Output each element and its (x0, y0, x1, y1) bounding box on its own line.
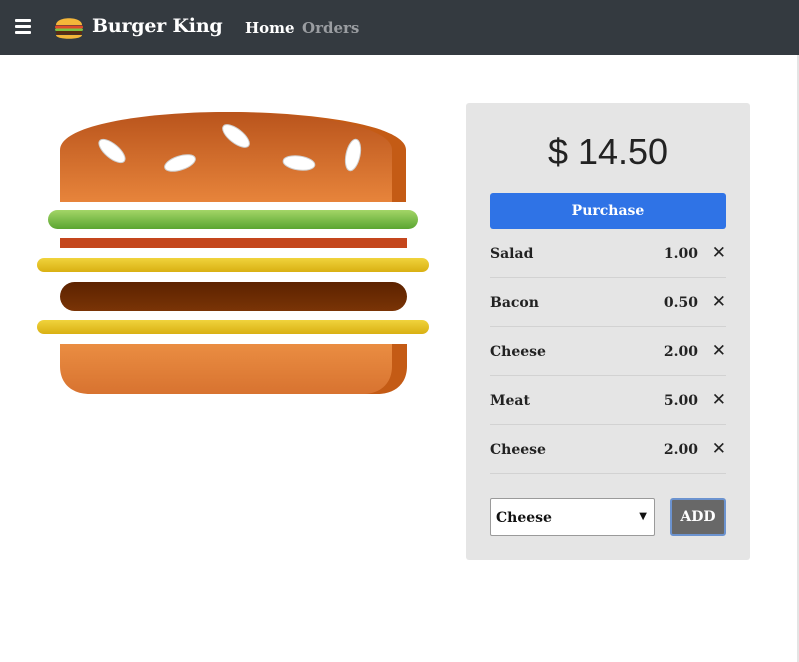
list-item: Bacon 0.50 ✕ (490, 278, 726, 327)
total-price: $ 14.50 (547, 131, 669, 172)
item-name: Cheese (490, 442, 546, 458)
close-icon[interactable]: ✕ (712, 341, 726, 361)
list-item: Cheese 2.00 ✕ (490, 327, 726, 376)
list-item: Meat 5.00 ✕ (490, 376, 726, 425)
item-price: 1.00 (663, 246, 698, 262)
cheese-layer-1 (37, 258, 429, 272)
close-icon[interactable]: ✕ (712, 292, 726, 312)
close-icon[interactable]: ✕ (712, 439, 726, 459)
order-panel: $ 14.50 Purchase Salad 1.00 ✕ Bacon 0.50… (466, 103, 750, 560)
close-icon[interactable]: ✕ (712, 390, 726, 410)
list-item: Salad 1.00 ✕ (490, 229, 726, 278)
item-price: 2.00 (663, 344, 698, 360)
order-items-list: Salad 1.00 ✕ Bacon 0.50 ✕ Cheese 2.00 ✕ … (490, 229, 726, 474)
chevron-down-icon: ▼ (639, 511, 647, 522)
item-name: Bacon (490, 295, 539, 311)
salad-layer (48, 210, 418, 229)
burger-illustration (37, 112, 429, 394)
bun-top (60, 112, 406, 202)
close-icon[interactable]: ✕ (712, 243, 726, 263)
add-ingredient-button[interactable]: ADD (670, 498, 726, 536)
item-name: Cheese (490, 344, 546, 360)
item-name: Salad (490, 246, 534, 262)
item-price: 5.00 (663, 393, 698, 409)
item-price: 2.00 (663, 442, 698, 458)
meat-layer (60, 282, 407, 311)
ingredient-select[interactable]: Cheese ▼ (490, 498, 655, 536)
bacon-layer (60, 238, 407, 248)
item-name: Meat (490, 393, 530, 409)
item-price: 0.50 (663, 295, 698, 311)
purchase-button[interactable]: Purchase (490, 193, 726, 229)
list-item: Cheese 2.00 ✕ (490, 425, 726, 474)
bun-bottom (60, 344, 407, 394)
ingredient-select-value: Cheese (496, 510, 552, 526)
order-total: $ 14.50 (466, 131, 750, 173)
cheese-layer-2 (37, 320, 429, 334)
